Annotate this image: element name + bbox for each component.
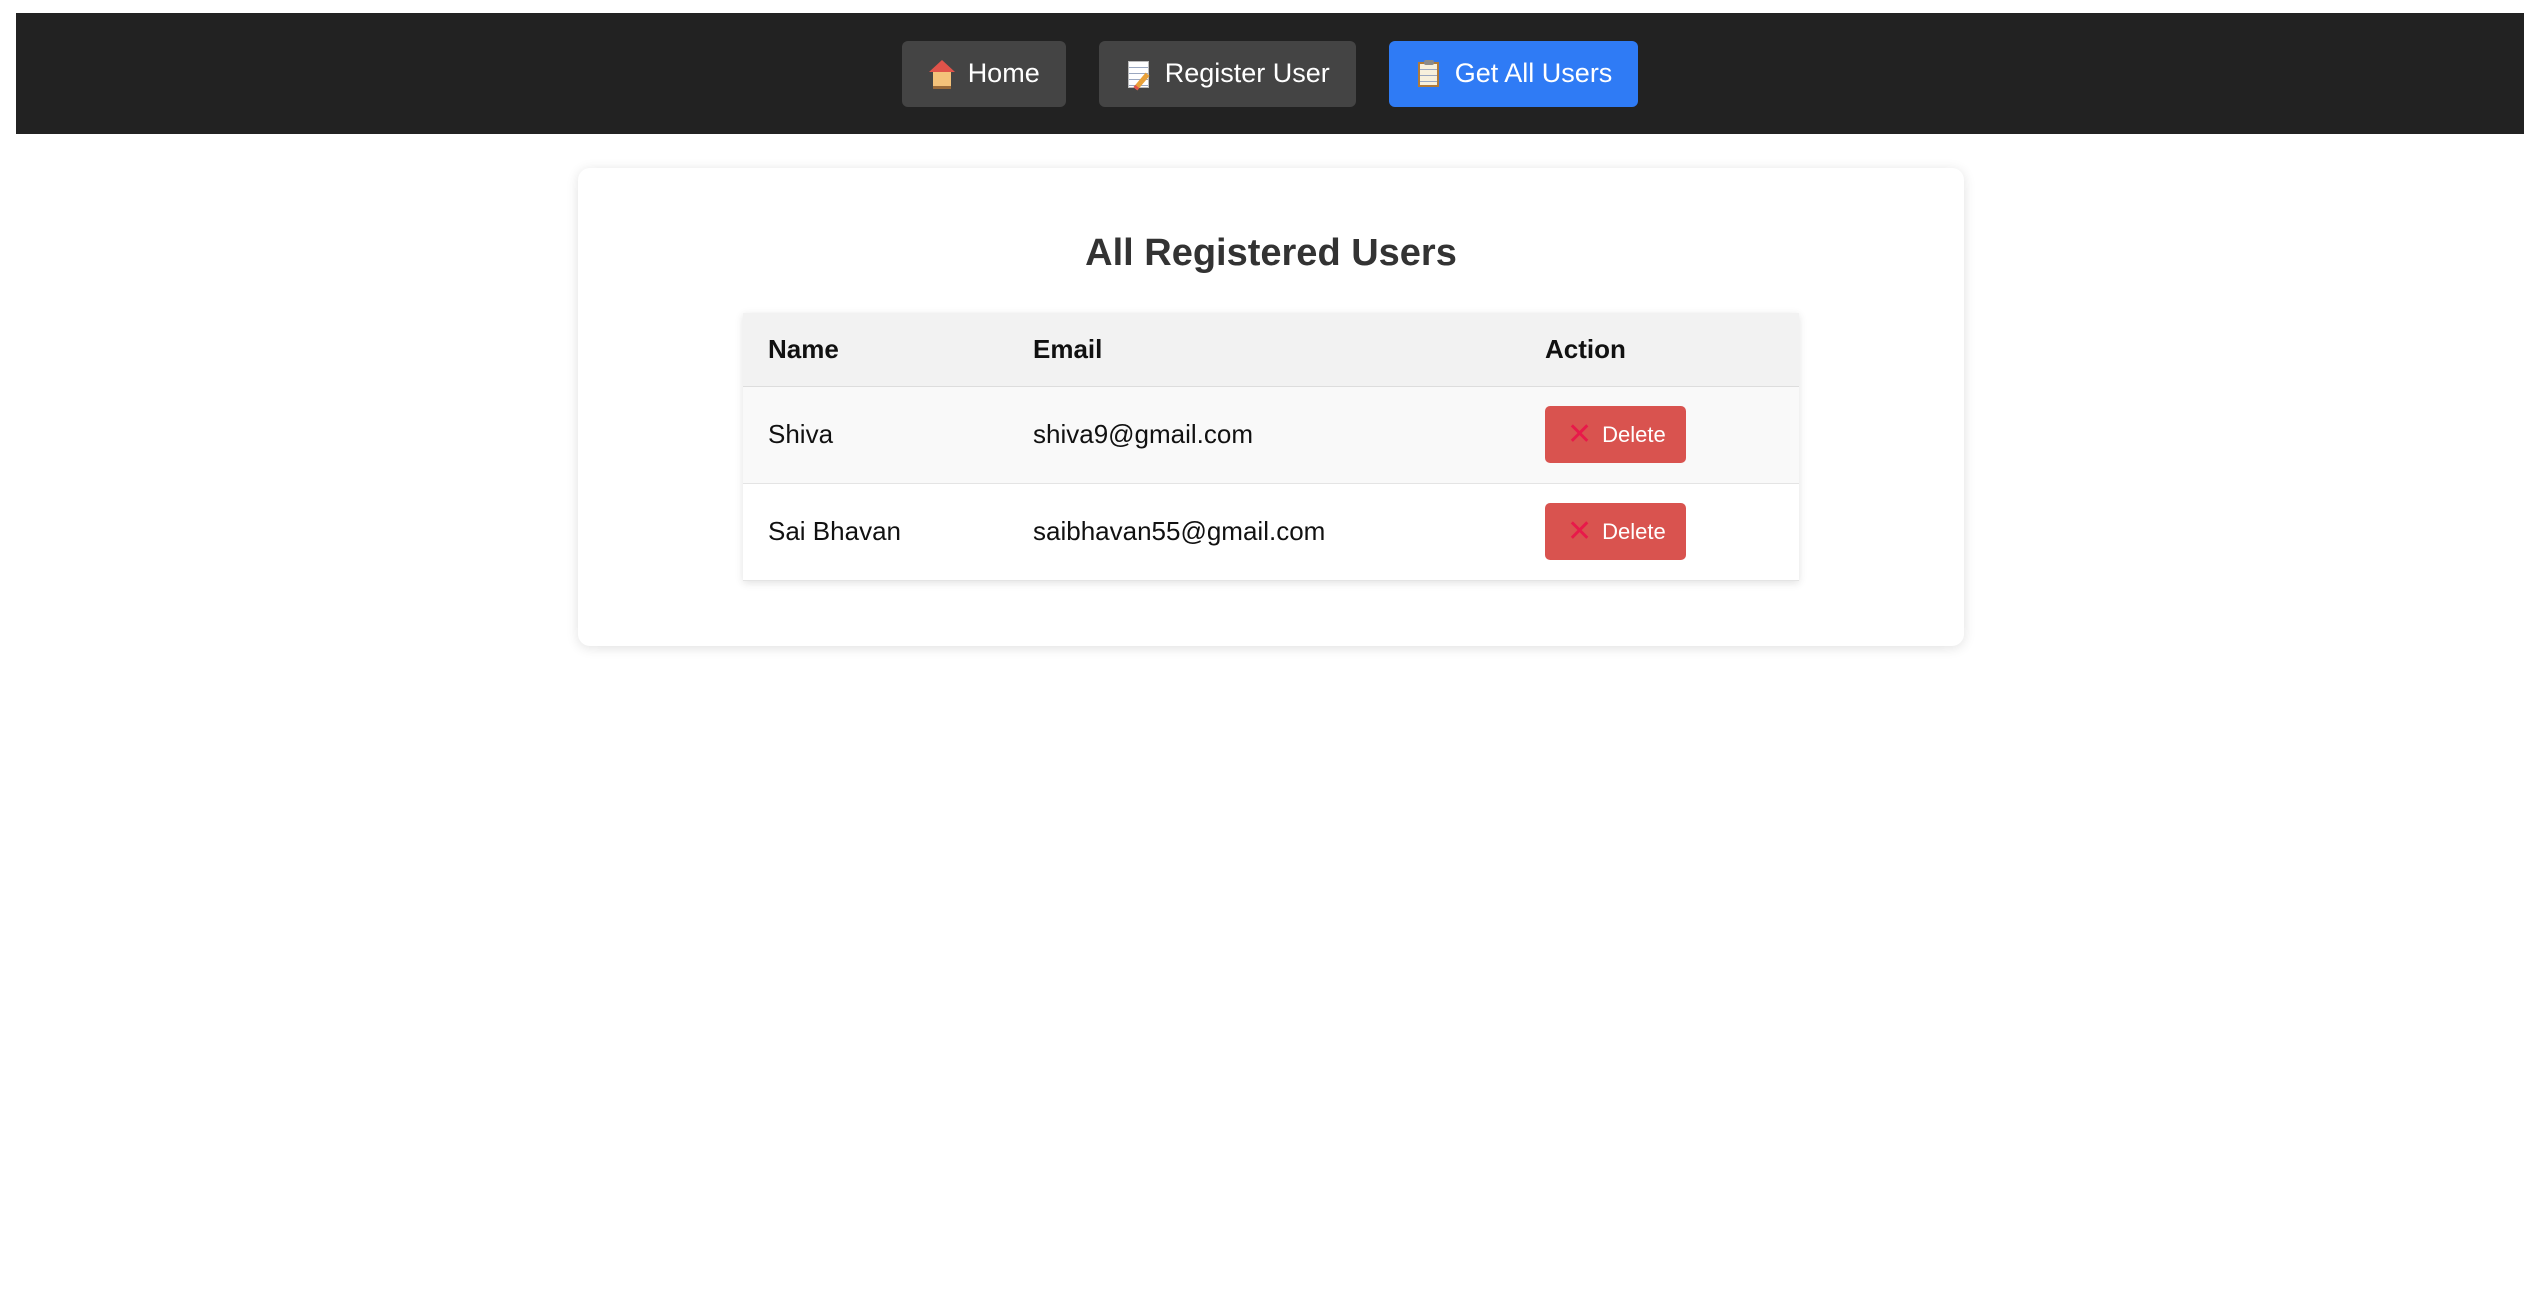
- user-action-cell: ✕ Delete: [1520, 386, 1799, 484]
- top-navbar: Home Register User Get All Users: [16, 13, 2524, 134]
- user-action-cell: ✕ Delete: [1520, 483, 1799, 581]
- nav-home-button[interactable]: Home: [901, 40, 1066, 107]
- house-icon: [928, 59, 956, 89]
- user-name-cell: Shiva: [743, 386, 1008, 484]
- memo-icon: [1125, 60, 1153, 88]
- users-card: All Registered Users Name Email Action S…: [578, 168, 1964, 646]
- nav-register-user-label: Register User: [1164, 58, 1330, 88]
- column-header-name: Name: [743, 313, 1008, 387]
- table-row: Sai Bhavan saibhavan55@gmail.com ✕ Delet…: [743, 483, 1799, 581]
- delete-user-button[interactable]: ✕ Delete: [1545, 406, 1686, 463]
- x-icon: ✕: [1567, 417, 1593, 451]
- column-header-email: Email: [1008, 313, 1520, 387]
- page-title: All Registered Users: [1085, 232, 1457, 274]
- user-name-cell: Sai Bhavan: [743, 483, 1008, 581]
- x-icon: ✕: [1567, 514, 1593, 548]
- table-header-row: Name Email Action: [743, 313, 1799, 387]
- nav-get-all-users-label: Get All Users: [1454, 58, 1613, 88]
- nav-register-user-button[interactable]: Register User: [1098, 40, 1356, 107]
- nav-get-all-users-button[interactable]: Get All Users: [1388, 40, 1639, 107]
- column-header-action: Action: [1520, 313, 1799, 387]
- user-email-cell: saibhavan55@gmail.com: [1008, 483, 1520, 581]
- delete-button-label: Delete: [1602, 518, 1666, 544]
- delete-user-button[interactable]: ✕ Delete: [1545, 503, 1686, 560]
- clipboard-icon: [1415, 59, 1443, 88]
- user-email-cell: shiva9@gmail.com: [1008, 386, 1520, 484]
- nav-home-label: Home: [967, 58, 1040, 88]
- table-row: Shiva shiva9@gmail.com ✕ Delete: [743, 386, 1799, 484]
- users-table: Name Email Action Shiva shiva9@gmail.com…: [743, 313, 1799, 581]
- delete-button-label: Delete: [1602, 421, 1666, 447]
